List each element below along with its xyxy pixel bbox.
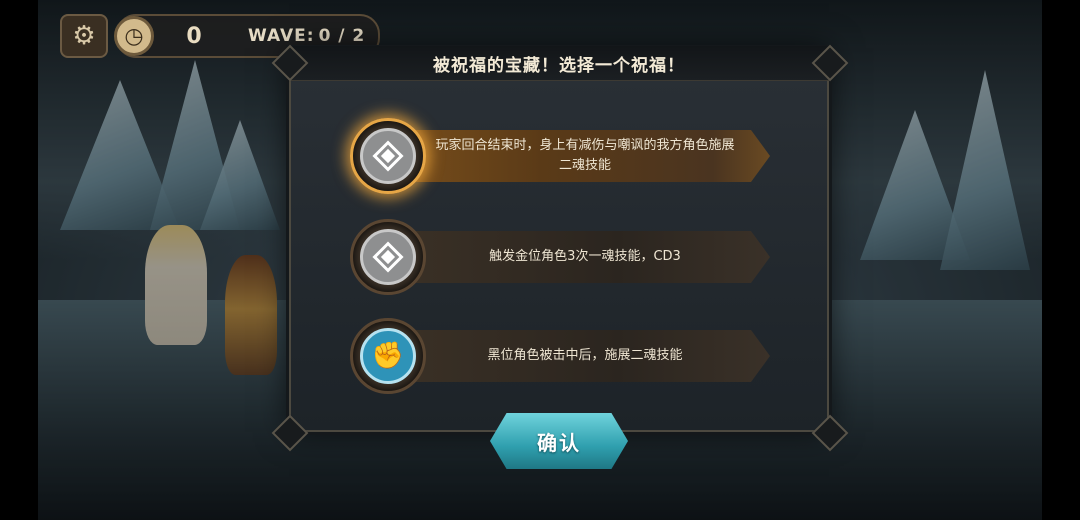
option-banner: 玩家回合结束时，身上有减伤与嘲讽的我方角色施展二魂技能 bbox=[390, 130, 770, 182]
option-medal: ✊ bbox=[350, 318, 426, 394]
option-text: 黑位角色被击中后，施展二魂技能 bbox=[487, 348, 683, 363]
diamond-emblem-icon bbox=[360, 229, 416, 285]
option-text: 玩家回合结束时，身上有减伤与嘲讽的我方角色施展二魂技能 bbox=[435, 138, 735, 173]
option-banner: 触发金位角色3次一魂技能，CD3 bbox=[390, 231, 770, 283]
confirm-button[interactable]: 确认 bbox=[490, 413, 628, 469]
blessing-option-2[interactable]: 触发金位角色3次一魂技能，CD3 bbox=[350, 219, 780, 295]
gear-icon: ⚙ bbox=[72, 21, 96, 51]
clock-icon: ◷ bbox=[114, 16, 154, 56]
option-text: 触发金位角色3次一魂技能，CD3 bbox=[489, 249, 681, 264]
diamond-emblem-icon bbox=[360, 128, 416, 184]
option-banner: 黑位角色被击中后，施展二魂技能 bbox=[390, 330, 770, 382]
turn-count: 0 bbox=[186, 23, 202, 49]
left-letterbox bbox=[0, 0, 38, 520]
option-medal bbox=[350, 219, 426, 295]
wave-value: 0 / 2 bbox=[318, 26, 366, 46]
wave-label: WAVE: bbox=[248, 26, 315, 46]
blessing-option-1[interactable]: 玩家回合结束时，身上有减伤与嘲讽的我方角色施展二魂技能 bbox=[350, 118, 780, 194]
right-letterbox bbox=[1042, 0, 1080, 520]
option-medal bbox=[350, 118, 426, 194]
dialog-title: 被祝福的宝藏！选择一个祝福！ bbox=[289, 46, 829, 81]
settings-button[interactable]: ⚙ bbox=[60, 14, 108, 58]
blessing-option-3[interactable]: 黑位角色被击中后，施展二魂技能 ✊ bbox=[350, 318, 780, 394]
fist-emblem-icon: ✊ bbox=[360, 328, 416, 384]
